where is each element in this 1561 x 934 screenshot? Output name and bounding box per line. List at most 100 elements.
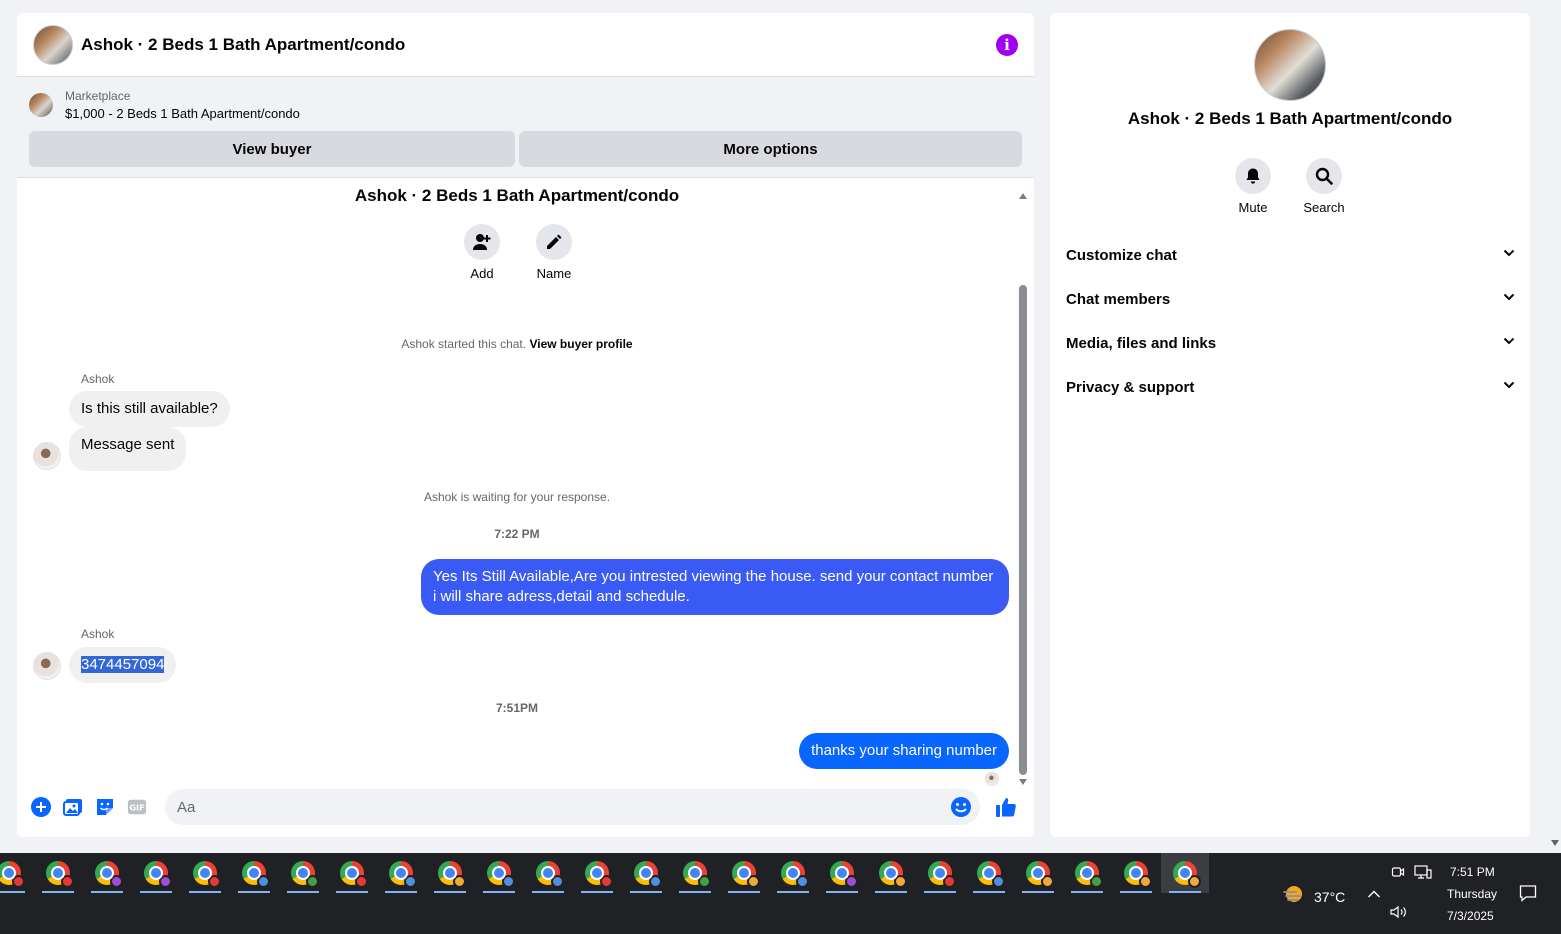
message-composer: GIF Aa [17,777,1034,837]
profile-badge-icon [12,875,25,888]
running-indicator [189,891,221,893]
sticker-icon[interactable] [95,797,115,817]
taskbar-chrome-window[interactable] [328,853,376,893]
chrome-icon [928,861,956,888]
taskbar-chrome-window[interactable] [1014,853,1062,893]
volume-icon[interactable] [1390,905,1408,924]
message-placeholder: Aa [177,798,196,816]
info-icon[interactable]: i [996,33,1018,56]
listing-avatar[interactable] [33,24,73,65]
taskbar-chrome-window[interactable] [230,853,278,893]
more-options-button[interactable]: More options [519,131,1022,167]
view-buyer-button[interactable]: View buyer [29,131,515,167]
running-indicator [140,891,172,893]
mute-button[interactable]: Mute [1218,158,1288,215]
profile-badge-icon [404,875,417,888]
phone-number-text[interactable]: 3474457094 [81,656,165,673]
taskbar-chrome-window[interactable] [181,853,229,893]
message-scrollbar[interactable] [1018,193,1028,785]
plus-circle-icon[interactable] [31,797,51,817]
name-chat-button[interactable]: Name [524,224,584,281]
taskbar-chrome-window[interactable] [622,853,670,893]
taskbar-chrome-window[interactable] [0,853,33,893]
chrome-icon [830,861,858,888]
chrome-icon [1075,861,1103,888]
clock-date[interactable]: 7/3/2025 [1447,909,1494,923]
clock-time[interactable]: 7:51 PM [1450,865,1495,879]
chrome-icon [144,861,172,888]
network-icon[interactable] [1414,865,1432,884]
clock-day[interactable]: Thursday [1447,887,1497,901]
chrome-icon [1026,861,1054,888]
outgoing-message[interactable]: Yes Its Still Available,Are you intreste… [421,559,1009,615]
taskbar-chrome-window[interactable] [867,853,915,893]
profile-badge-icon [355,875,368,888]
customize-chat-section[interactable]: Customize chat [1066,233,1516,277]
emoji-icon[interactable] [950,796,972,822]
taskbar-chrome-window[interactable] [916,853,964,893]
chrome-icon [977,861,1005,888]
conversation-title: Ashok · 2 Beds 1 Bath Apartment/condo [354,186,680,205]
scroll-up-arrow[interactable] [1019,193,1027,199]
thumbs-up-icon[interactable] [994,795,1018,819]
chat-members-section[interactable]: Chat members [1066,277,1516,321]
taskbar-chrome-window[interactable] [818,853,866,893]
notification-center-icon[interactable] [1519,884,1537,907]
sender-avatar[interactable] [33,442,61,470]
chevron-up-icon[interactable] [1367,886,1381,904]
listing-price-title[interactable]: $1,000 - 2 Beds 1 Bath Apartment/condo [65,105,300,123]
listing-avatar-large[interactable] [1254,29,1326,101]
running-indicator [0,891,25,893]
incoming-message[interactable]: Is this still available? [69,391,230,427]
taskbar-chrome-window[interactable] [573,853,621,893]
meet-now-icon[interactable] [1391,865,1405,884]
outgoing-message[interactable]: thanks your sharing number [799,733,1009,769]
taskbar-chrome-window[interactable] [524,853,572,893]
chrome-icon [0,861,25,888]
view-buyer-profile-link[interactable]: View buyer profile [529,337,632,351]
scroll-thumb[interactable] [1019,285,1027,775]
taskbar-chrome-window[interactable] [720,853,768,893]
profile-badge-icon [649,875,662,888]
media-files-links-section[interactable]: Media, files and links [1066,321,1516,365]
incoming-message[interactable]: Message sent [69,427,187,471]
taskbar-chrome-window[interactable] [377,853,425,893]
listing-thumbnail[interactable] [29,93,53,117]
taskbar-chrome-window[interactable] [1112,853,1160,893]
weather-widget[interactable]: 37°C [1282,883,1345,910]
weather-temperature: 37°C [1314,888,1346,905]
taskbar-chrome-window[interactable] [1063,853,1111,893]
taskbar-chrome-window[interactable] [132,853,180,893]
chat-title[interactable]: Ashok · 2 Beds 1 Bath Apartment/condo [81,35,996,55]
profile-badge-icon [208,875,221,888]
taskbar-chrome-window[interactable] [769,853,817,893]
timestamp: 7:22 PM [494,527,540,541]
message-input[interactable]: Aa [165,789,980,825]
taskbar-chrome-window[interactable] [83,853,131,893]
incoming-message[interactable]: 3474457094 [69,647,177,683]
running-indicator [1120,891,1152,893]
profile-badge-icon [1090,875,1103,888]
taskbar-chrome-window[interactable] [475,853,523,893]
svg-text:GIF: GIF [129,803,144,813]
taskbar-chrome-window[interactable] [279,853,327,893]
gif-icon[interactable]: GIF [127,797,147,817]
photo-icon[interactable] [63,797,83,817]
add-people-button[interactable]: Add [452,224,512,281]
running-indicator [826,891,858,893]
page-scroll-down-arrow[interactable] [1551,840,1559,846]
running-indicator [42,891,74,893]
search-button[interactable]: Search [1289,158,1359,215]
running-indicator [336,891,368,893]
privacy-support-section[interactable]: Privacy & support [1066,365,1516,409]
profile-badge-icon [306,875,319,888]
running-indicator [728,891,760,893]
sender-avatar[interactable] [33,652,61,680]
taskbar-chrome-window[interactable] [1161,853,1209,893]
taskbar-chrome-window[interactable] [34,853,82,893]
taskbar-chrome-window[interactable] [671,853,719,893]
taskbar-chrome-window[interactable] [965,853,1013,893]
taskbar-chrome-window[interactable] [426,853,474,893]
profile-badge-icon [61,875,74,888]
running-indicator [630,891,662,893]
